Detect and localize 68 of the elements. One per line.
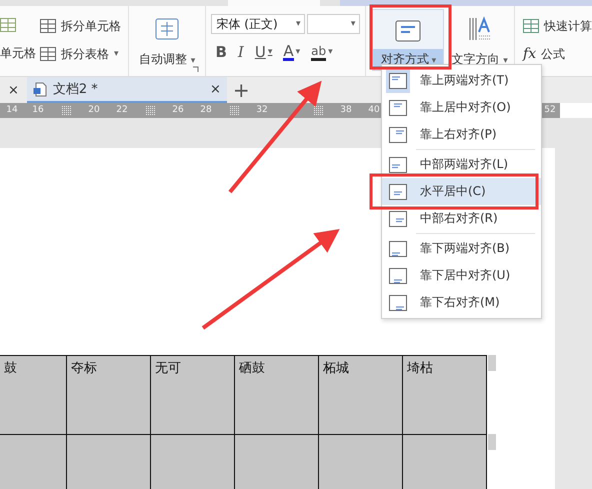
- launcher-icon[interactable]: [192, 66, 200, 73]
- table-cell: 鼓: [0, 355, 67, 434]
- font-name-field[interactable]: 宋体 (正文) ▾: [211, 14, 306, 34]
- align-icon: [389, 184, 407, 200]
- align-icon: [389, 72, 407, 88]
- ruler-number: 38: [339, 104, 353, 117]
- text-direction-icon: [466, 16, 493, 42]
- menu-item[interactable]: 靠下两端对齐(B): [382, 235, 541, 262]
- ruler-number: 32: [255, 104, 269, 117]
- table-icon: [40, 47, 56, 61]
- format-button[interactable]: I: [234, 43, 248, 61]
- table-cell: 夺标: [67, 355, 151, 434]
- format-button[interactable]: B: [211, 43, 231, 61]
- font-color-button[interactable]: A▾: [279, 43, 304, 61]
- ruler-marker-icon[interactable]: [62, 106, 70, 115]
- row-handle[interactable]: [488, 355, 496, 371]
- autofit-button[interactable]: 自动调整 ▾: [130, 10, 204, 70]
- table-icon: [523, 19, 540, 33]
- table-cell: 无可: [151, 355, 235, 434]
- font-size-field[interactable]: ▾: [307, 14, 360, 34]
- ruler-number: 14: [5, 104, 19, 117]
- menu-item[interactable]: 水平居中(C): [382, 178, 541, 205]
- formula-button[interactable]: fx 公式: [523, 46, 592, 62]
- menu-item[interactable]: 靠上居中对齐(O): [382, 94, 541, 121]
- menu-item[interactable]: 靠下居中对齐(U): [382, 262, 541, 289]
- close-icon[interactable]: ×: [210, 82, 221, 96]
- quick-calc-button[interactable]: 快速计算: [523, 18, 592, 34]
- close-icon[interactable]: ×: [0, 77, 27, 103]
- align-button[interactable]: 对齐方式 ▾: [373, 10, 444, 70]
- align-icon: [389, 294, 407, 310]
- ruler-marker-icon[interactable]: [146, 106, 154, 115]
- merge-cells-label[interactable]: 单元格: [0, 44, 40, 62]
- table-cell: 柘城: [319, 355, 403, 434]
- align-icon: [389, 100, 407, 116]
- ruler-number: 28: [199, 104, 213, 117]
- table-cell: 埼枯: [403, 355, 487, 434]
- align-icon: [389, 240, 407, 256]
- ruler-number: 40: [367, 104, 381, 117]
- text-direction-button[interactable]: 文字方向 ▾: [447, 10, 512, 70]
- menu-item[interactable]: 中部两端对齐(L): [382, 151, 541, 178]
- align-icon: [389, 210, 407, 226]
- ruler-number: 16: [31, 104, 45, 117]
- add-tab-icon[interactable]: +: [226, 77, 256, 103]
- split-table-button[interactable]: 拆分表格 ▾: [40, 46, 121, 62]
- autofit-icon: [155, 18, 180, 40]
- menu-item[interactable]: 靠上右对齐(P): [382, 121, 541, 148]
- ruler-marker-icon[interactable]: [230, 106, 238, 115]
- document-tab[interactable]: 文档2 * ×: [26, 77, 227, 103]
- highlight-button[interactable]: ab ▾: [307, 43, 337, 61]
- split-cells-button[interactable]: 拆分单元格: [40, 18, 121, 34]
- align-icon: [389, 126, 407, 142]
- ruler-marker-icon[interactable]: [314, 106, 322, 115]
- format-button[interactable]: U▾: [250, 43, 276, 61]
- table-icon: [40, 19, 56, 33]
- table-cell: [0, 434, 67, 489]
- align-icon: [389, 156, 407, 172]
- menu-item[interactable]: 中部右对齐(R): [382, 205, 541, 232]
- row-handle[interactable]: [488, 434, 496, 450]
- align-icon: [395, 20, 422, 42]
- ruler-number: 26: [171, 104, 185, 117]
- menu-item[interactable]: 靠上两端对齐(T): [382, 67, 541, 94]
- ruler-number: 20: [87, 104, 101, 117]
- menu-item[interactable]: 靠下右对齐(M): [382, 289, 541, 316]
- document-icon: [32, 82, 47, 96]
- table-cell: 硒鼓: [235, 355, 319, 434]
- ruler-number: 22: [115, 104, 129, 117]
- align-icon: [389, 268, 407, 284]
- ruler-number: 52: [543, 104, 557, 117]
